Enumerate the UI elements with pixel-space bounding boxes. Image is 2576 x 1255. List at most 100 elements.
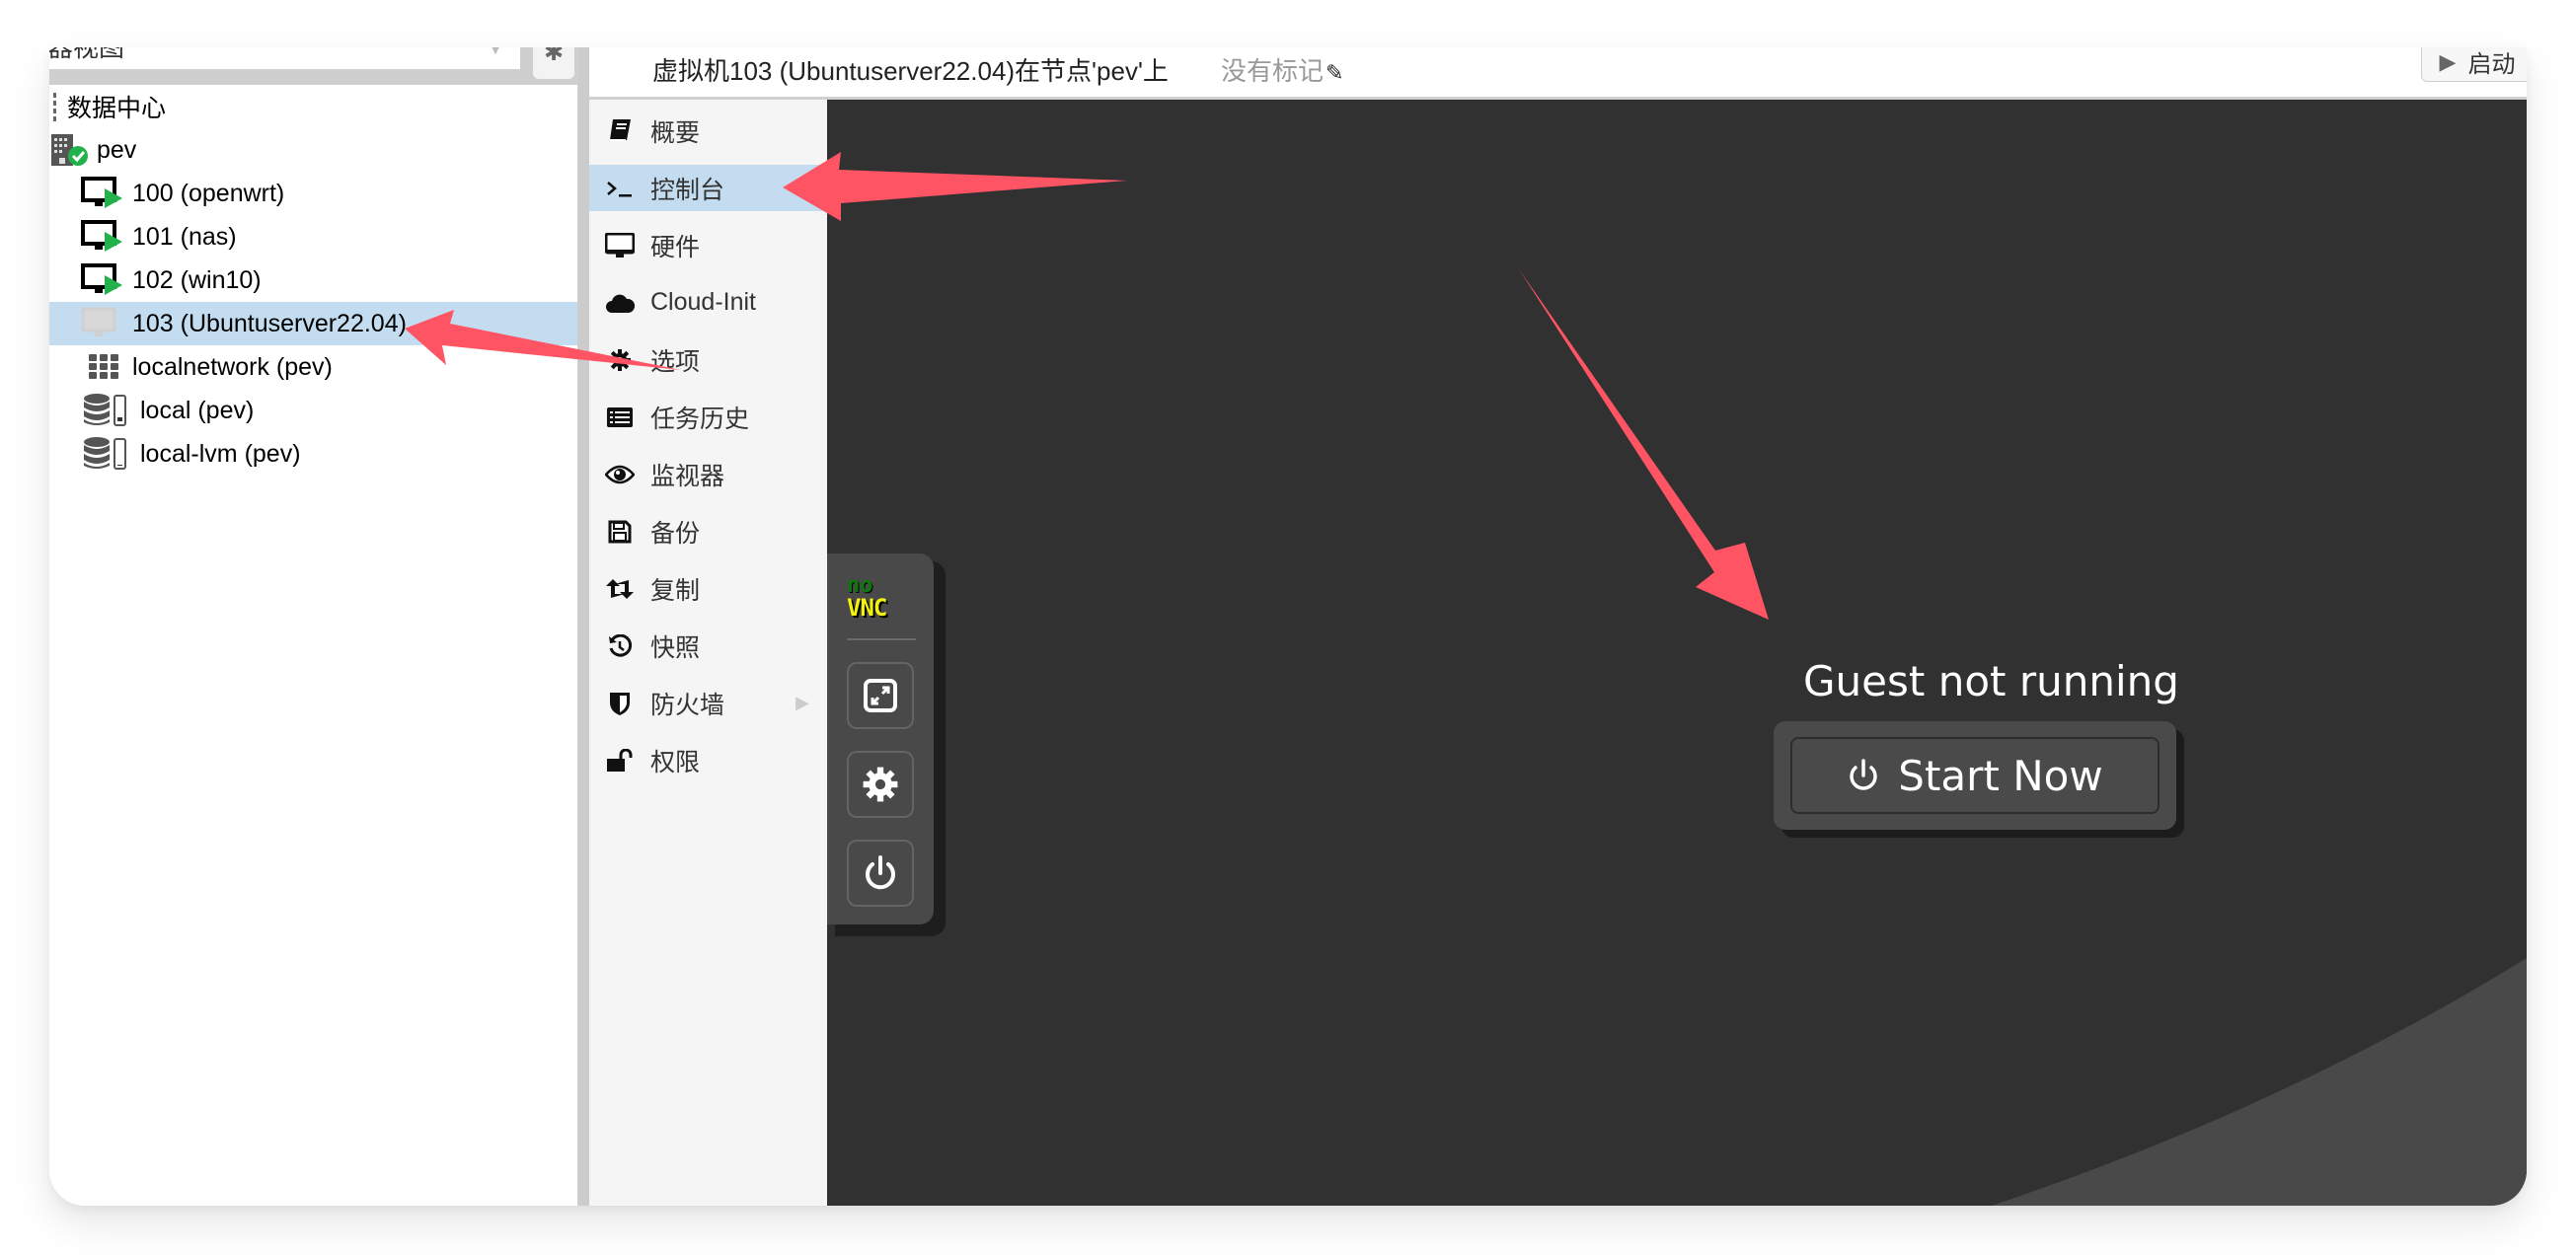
tree-settings-button[interactable]: ✱ <box>533 47 574 79</box>
tree-item-label: 102 (win10) <box>132 265 262 294</box>
guest-status-text: Guest not running <box>1803 657 2179 705</box>
tree-item-vm-101[interactable]: 101 (nas) <box>49 215 577 258</box>
unlock-icon <box>605 748 635 773</box>
menu-item-summary[interactable]: 概要 <box>589 108 827 154</box>
cloud-icon <box>605 292 635 314</box>
start-now-button[interactable]: Start Now <box>1790 737 2159 814</box>
menu-item-task-history[interactable]: 任务历史 <box>589 394 827 440</box>
menu-item-label: 备份 <box>650 519 701 548</box>
fullscreen-icon <box>864 679 897 712</box>
novnc-console[interactable]: no VNC Guest not running Start Now <box>827 100 2527 1206</box>
proxmox-window: 器视图 ▼ ✱ 数据中心 pev 100 (openwrt) 101 (nas)… <box>49 47 2527 1206</box>
list-icon <box>605 406 635 428</box>
retweet-icon <box>605 578 635 600</box>
menu-item-cloud-init[interactable]: Cloud-Init <box>589 279 827 326</box>
storage-icon <box>83 437 132 471</box>
novnc-separator <box>847 638 916 640</box>
tree-item-label: 数据中心 <box>67 95 167 122</box>
power-icon <box>1850 759 1877 790</box>
menu-item-permissions[interactable]: 权限 <box>589 737 827 783</box>
novnc-control-bar: no VNC <box>827 554 946 936</box>
console-background-wave <box>1992 958 2527 1206</box>
vm-stopped-icon <box>81 307 124 340</box>
gear-icon <box>863 767 898 802</box>
pencil-icon[interactable]: ✎ <box>1326 60 1343 85</box>
tree-item-label: local-lvm (pev) <box>140 439 301 468</box>
tree-item-vm-100[interactable]: 100 (openwrt) <box>49 172 577 215</box>
eye-icon <box>605 465 635 484</box>
menu-item-label: 快照 <box>650 633 701 662</box>
tree-item-label: 101 (nas) <box>132 222 237 251</box>
power-button[interactable] <box>847 840 914 907</box>
menu-item-monitor[interactable]: 监视器 <box>589 451 827 497</box>
page-title: 虚拟机103 (Ubuntuserver22.04)在节点'pev'上 <box>652 56 1169 86</box>
network-grid-icon <box>83 354 124 380</box>
menu-item-hardware[interactable]: 硬件 <box>589 222 827 268</box>
menu-item-label: 复制 <box>650 576 701 605</box>
menu-item-replication[interactable]: 复制 <box>589 565 827 612</box>
book-icon <box>605 118 635 144</box>
chevron-down-icon: ▼ <box>489 47 502 57</box>
menu-item-snapshots[interactable]: 快照 <box>589 623 827 669</box>
tree-item-label: local (pev) <box>140 396 255 424</box>
floppy-icon <box>605 520 635 544</box>
tree-item-localnetwork[interactable]: localnetwork (pev) <box>49 345 577 389</box>
menu-item-label: 监视器 <box>650 462 725 490</box>
menu-item-options[interactable]: 选项 <box>589 336 827 383</box>
start-now-frame: Start Now <box>1774 721 2176 830</box>
datacenter-icon <box>51 92 59 121</box>
start-now-label: Start Now <box>1898 751 2103 800</box>
start-now-container: Start Now <box>1774 721 2184 838</box>
view-selector-value: 器视图 <box>49 47 125 62</box>
tags-editor[interactable]: 没有标记✎ <box>1221 51 1343 88</box>
menu-item-firewall[interactable]: 防火墙 ▶ <box>589 680 827 726</box>
menu-item-backup[interactable]: 备份 <box>589 508 827 554</box>
menu-item-label: Cloud-Init <box>650 288 756 316</box>
gear-icon <box>605 348 635 372</box>
vm-header: 虚拟机103 (Ubuntuserver22.04)在节点'pev'上 没有标记… <box>589 47 2527 100</box>
novnc-logo: no VNC <box>847 575 887 622</box>
history-icon <box>605 633 635 658</box>
submenu-arrow-icon: ▶ <box>796 693 809 712</box>
menu-item-console[interactable]: 控制台 <box>589 165 827 211</box>
tree-item-label: 100 (openwrt) <box>132 179 285 207</box>
menu-item-label: 任务历史 <box>650 405 750 433</box>
vm-running-icon <box>81 263 124 297</box>
menu-item-label: 概要 <box>650 118 701 147</box>
terminal-icon <box>605 179 635 198</box>
tree-toolbar: 器视图 ▼ ✱ <box>49 47 577 85</box>
tree-item-label: 103 (Ubuntuserver22.04) <box>132 309 407 337</box>
tree-item-vm-103[interactable]: 103 (Ubuntuserver22.04) <box>49 302 577 345</box>
menu-item-label: 控制台 <box>650 176 725 204</box>
start-button[interactable]: ▶ 启动 <box>2421 47 2527 82</box>
node-online-icon <box>51 132 89 168</box>
menu-item-label: 硬件 <box>650 233 701 261</box>
tree-item-node-pev[interactable]: pev <box>49 128 577 172</box>
novnc-logo-vnc: VNC <box>847 594 887 622</box>
vm-content-area: 虚拟机103 (Ubuntuserver22.04)在节点'pev'上 没有标记… <box>589 47 2527 1206</box>
settings-button[interactable] <box>847 751 914 818</box>
shield-icon <box>605 691 635 716</box>
panel-splitter[interactable] <box>577 47 589 1206</box>
power-icon <box>866 855 895 890</box>
tree-item-vm-102[interactable]: 102 (win10) <box>49 258 577 302</box>
vm-running-icon <box>81 177 124 210</box>
tree-item-datacenter[interactable]: 数据中心 <box>49 85 577 128</box>
gear-icon: ✱ <box>543 47 565 66</box>
storage-icon <box>83 394 132 427</box>
start-button-label: 启动 <box>2467 51 2516 78</box>
menu-item-label: 选项 <box>650 347 701 376</box>
fullscreen-button[interactable] <box>847 662 914 729</box>
tags-text: 没有标记 <box>1221 56 1325 86</box>
vm-running-icon <box>81 220 124 254</box>
tree-item-storage-local[interactable]: local (pev) <box>49 389 577 432</box>
view-selector[interactable]: 器视图 ▼ <box>49 47 520 69</box>
menu-item-label: 防火墙 <box>650 691 725 719</box>
menu-item-label: 权限 <box>650 748 701 776</box>
resource-tree-panel: 器视图 ▼ ✱ 数据中心 pev 100 (openwrt) 101 (nas)… <box>49 47 577 1206</box>
tree-item-storage-local-lvm[interactable]: local-lvm (pev) <box>49 432 577 476</box>
tree-item-label: localnetwork (pev) <box>132 352 333 381</box>
monitor-icon <box>605 232 635 258</box>
novnc-bar-panel: no VNC <box>827 554 934 924</box>
vm-nav-menu: 概要 控制台 硬件 Cloud-Init 选项 任务历史 监视器 备份 复制 快… <box>589 100 827 1206</box>
